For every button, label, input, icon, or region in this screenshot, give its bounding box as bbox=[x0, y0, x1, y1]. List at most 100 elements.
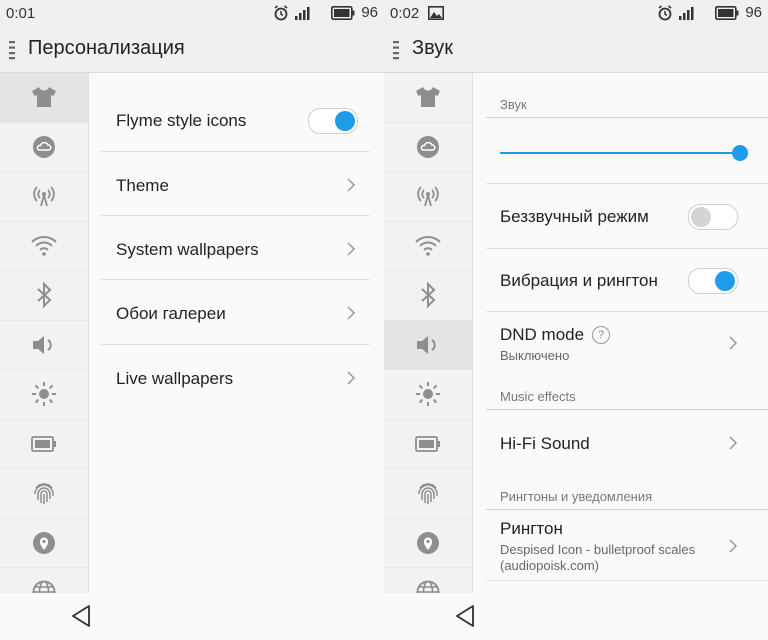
row-label: System wallpapers bbox=[116, 240, 259, 259]
tshirt-icon bbox=[32, 87, 56, 108]
personalization-content: Flyme style icons Theme System wallpaper… bbox=[89, 73, 384, 593]
status-time: 0:01 bbox=[6, 5, 36, 22]
chevron-right-icon bbox=[347, 178, 356, 192]
personalization-screen: 0:01 96 Персонализация Flyme style icons bbox=[0, 0, 384, 640]
menu-icon[interactable] bbox=[393, 40, 399, 60]
alarm-icon bbox=[658, 4, 672, 20]
setting-row-silent-mode[interactable]: Беззвучный режим bbox=[486, 183, 768, 249]
sidebar-item-battery[interactable] bbox=[0, 420, 88, 469]
sidebar-item-fingerprint[interactable] bbox=[384, 469, 472, 519]
setting-row-dnd-mode[interactable]: DND mode? Выключено bbox=[486, 312, 768, 380]
flyme-icons-toggle[interactable] bbox=[308, 108, 358, 134]
row-sublabel-2: (audiopoisk.com) bbox=[500, 558, 599, 573]
row-label: Live wallpapers bbox=[116, 369, 234, 388]
sound-screen: 0:02 96 Звук Звук Беззвучный режим Вибра… bbox=[384, 0, 768, 640]
help-icon[interactable]: ? bbox=[592, 326, 611, 344]
setting-row-flyme-icons[interactable]: Flyme style icons bbox=[101, 73, 370, 152]
section-header-sound: Звук bbox=[500, 97, 527, 112]
bluetooth-icon bbox=[421, 282, 436, 309]
sidebar-item-hotspot[interactable] bbox=[384, 172, 472, 222]
tshirt-icon bbox=[416, 87, 440, 108]
setting-row-ringtone[interactable]: Рингтон Despised Icon - bulletproof scal… bbox=[486, 510, 768, 581]
section-header-music-effects: Music effects bbox=[500, 389, 576, 404]
status-bar: 0:02 96 bbox=[384, 0, 768, 28]
menu-icon[interactable] bbox=[9, 40, 15, 60]
chevron-right-icon bbox=[729, 336, 738, 350]
sidebar-item-sound[interactable] bbox=[384, 320, 472, 370]
chevron-right-icon bbox=[347, 306, 356, 320]
title-bar: Персонализация bbox=[0, 28, 384, 73]
row-sublabel: Выключено bbox=[500, 348, 570, 363]
settings-sidebar bbox=[0, 73, 89, 618]
alarm-icon bbox=[274, 4, 288, 20]
fingerprint-icon bbox=[34, 483, 54, 505]
back-icon[interactable] bbox=[70, 604, 92, 628]
bluetooth-icon bbox=[37, 282, 52, 309]
row-label: Hi-Fi Sound bbox=[500, 434, 590, 453]
cloud-icon bbox=[33, 135, 55, 158]
wifi-icon bbox=[31, 235, 57, 256]
navigation-bar bbox=[0, 593, 384, 640]
image-notification-icon bbox=[428, 6, 444, 20]
section-header-ringtones: Рингтоны и уведомления bbox=[500, 489, 653, 504]
sidebar-item-bluetooth[interactable] bbox=[384, 271, 472, 321]
speaker-icon bbox=[33, 335, 52, 354]
row-sublabel: Despised Icon - bulletproof scales bbox=[500, 542, 696, 557]
sidebar-item-cloud[interactable] bbox=[384, 123, 472, 172]
sidebar-item-cloud[interactable] bbox=[0, 123, 88, 172]
sidebar-item-battery[interactable] bbox=[384, 420, 472, 469]
sidebar-item-fingerprint[interactable] bbox=[0, 469, 88, 519]
location-icon bbox=[33, 531, 55, 554]
chevron-right-icon bbox=[729, 436, 738, 450]
setting-row-gallery-wallpapers[interactable]: Обои галереи bbox=[101, 280, 370, 345]
sidebar-item-personalization[interactable] bbox=[0, 73, 88, 123]
row-label: Беззвучный режим bbox=[500, 207, 649, 226]
brightness-icon bbox=[416, 382, 440, 407]
sidebar-item-hotspot[interactable] bbox=[0, 172, 88, 222]
battery-status-icon bbox=[715, 5, 739, 20]
battery-icon bbox=[415, 435, 440, 452]
volume-slider[interactable] bbox=[500, 143, 748, 163]
battery-icon bbox=[31, 435, 56, 452]
silent-mode-toggle[interactable] bbox=[688, 204, 738, 230]
sidebar-item-location[interactable] bbox=[0, 519, 88, 568]
location-icon bbox=[417, 531, 439, 554]
setting-row-hifi-sound[interactable]: Hi-Fi Sound bbox=[486, 410, 768, 474]
wifi-icon bbox=[415, 235, 441, 256]
sidebar-item-wifi[interactable] bbox=[384, 222, 472, 271]
navigation-bar bbox=[384, 593, 768, 640]
sidebar-item-bluetooth[interactable] bbox=[0, 271, 88, 321]
row-label: Вибрация и рингтон bbox=[500, 271, 658, 290]
back-icon[interactable] bbox=[454, 604, 476, 628]
setting-row-theme[interactable]: Theme bbox=[101, 152, 370, 216]
row-label: Рингтон bbox=[500, 519, 563, 538]
sidebar-item-wifi[interactable] bbox=[0, 222, 88, 271]
title-bar: Звук bbox=[384, 28, 768, 73]
settings-sidebar bbox=[384, 73, 473, 618]
setting-row-live-wallpapers[interactable]: Live wallpapers bbox=[101, 345, 370, 409]
fingerprint-icon bbox=[418, 483, 438, 505]
page-title: Персонализация bbox=[28, 37, 185, 59]
sidebar-item-display[interactable] bbox=[384, 370, 472, 420]
sidebar-item-location[interactable] bbox=[384, 519, 472, 568]
sidebar-item-sound[interactable] bbox=[0, 321, 88, 370]
battery-percent: 96 bbox=[745, 4, 762, 21]
row-label: DND mode? bbox=[500, 325, 611, 345]
chevron-right-icon bbox=[347, 371, 356, 385]
vibration-toggle[interactable] bbox=[688, 268, 738, 294]
speaker-icon bbox=[417, 335, 436, 354]
battery-percent: 96 bbox=[361, 4, 378, 21]
volume-slider-thumb[interactable] bbox=[732, 145, 748, 161]
row-label: Обои галереи bbox=[116, 304, 226, 323]
page-title: Звук bbox=[412, 37, 454, 59]
brightness-icon bbox=[32, 382, 56, 407]
setting-row-system-wallpapers[interactable]: System wallpapers bbox=[101, 216, 370, 280]
sidebar-item-personalization[interactable] bbox=[384, 73, 472, 123]
sidebar-item-display[interactable] bbox=[0, 370, 88, 420]
setting-row-vibration[interactable]: Вибрация и рингтон bbox=[486, 248, 768, 312]
hotspot-icon bbox=[417, 186, 439, 207]
cloud-icon bbox=[417, 135, 439, 158]
chevron-right-icon bbox=[347, 242, 356, 256]
sound-content: Звук Беззвучный режим Вибрация и рингтон… bbox=[473, 73, 768, 593]
row-label: Flyme style icons bbox=[116, 111, 247, 130]
